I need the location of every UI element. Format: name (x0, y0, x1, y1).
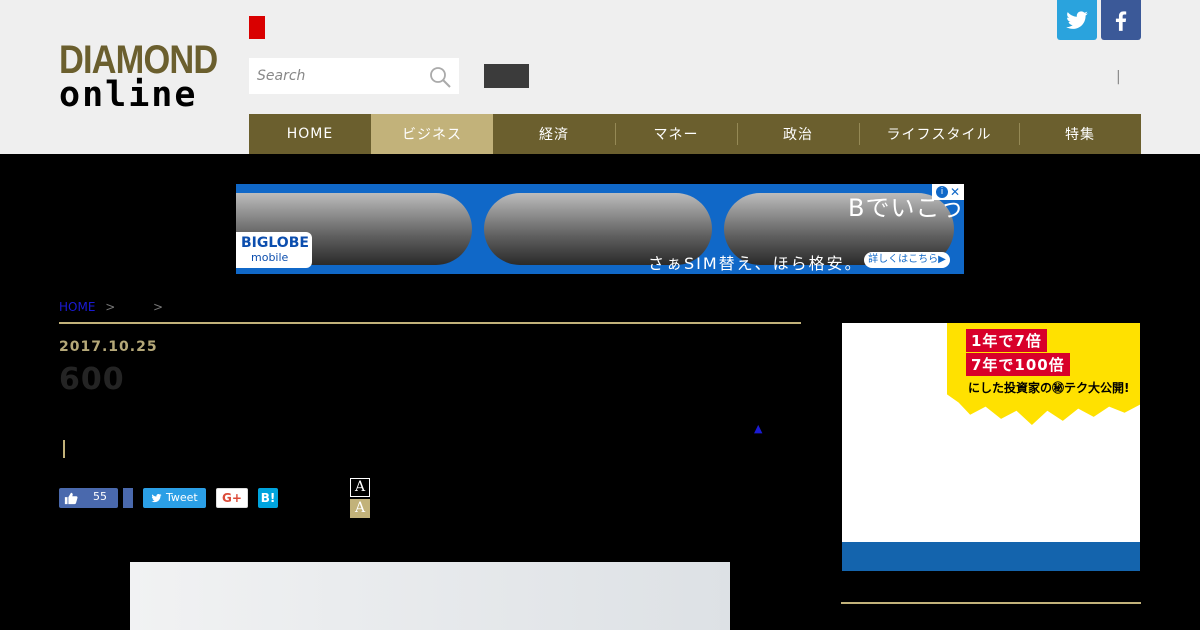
info-icon[interactable]: i (936, 186, 948, 198)
close-icon[interactable]: ✕ (950, 185, 960, 199)
hatena-bookmark-button[interactable]: B! (258, 488, 278, 508)
up-arrow-icon[interactable]: ▲ (754, 422, 762, 435)
search-input[interactable] (257, 58, 427, 94)
divider (59, 322, 801, 324)
like-count: 55 (93, 490, 107, 503)
breadcrumb-separator: > (152, 300, 164, 314)
nav-item-lifestyle[interactable]: ライフスタイル (859, 114, 1019, 154)
main-nav: HOME ビジネス 経済 マネー 政治 ライフスタイル 特集 (249, 114, 1141, 154)
facebook-like-button[interactable] (59, 488, 118, 508)
article-title: 600 (59, 362, 125, 397)
font-size-small-button[interactable]: A (350, 478, 370, 497)
thumbs-up-icon (64, 492, 78, 505)
nav-item-politics[interactable]: 政治 (737, 114, 859, 154)
ad-cta-button[interactable]: 詳しくはこちら▶ (864, 252, 950, 268)
nav-item-business[interactable]: ビジネス (371, 114, 493, 154)
sidebar-ad-line1: 1年で7倍 (966, 329, 1047, 352)
header-action-button[interactable] (484, 64, 529, 88)
nav-item-features[interactable]: 特集 (1019, 114, 1141, 154)
author-marker (63, 440, 65, 458)
sidebar-ad-line2: 7年で100倍 (966, 353, 1070, 376)
article-date: 2017.10.25 (59, 339, 158, 355)
site-logo[interactable]: DIAMOND online (59, 38, 223, 115)
site-header: DIAMOND online | HOME ビジネス 経済 マネー 政治 ライフ… (0, 0, 1200, 154)
sidebar-ad[interactable]: 1年で7倍 7年で100倍 にした投資家の㊙テク大公開! (842, 323, 1140, 571)
facebook-follow-button[interactable] (1101, 0, 1141, 40)
sidebar-ad-bar (842, 542, 1140, 571)
breadcrumb-home[interactable]: HOME (59, 300, 95, 314)
sidebar-ad-line3: にした投資家の㊙テク大公開! (968, 381, 1130, 395)
ad-tagline: さぁSIM替え、ほら格安。 (648, 254, 863, 273)
sidebar-divider (841, 602, 1141, 604)
google-plus-button[interactable]: G+ (216, 488, 248, 508)
facebook-icon (1115, 11, 1127, 31)
logo-wordmark-top: DIAMOND (59, 38, 218, 82)
breadcrumb: HOME > > (59, 300, 169, 314)
red-accent-mark (249, 16, 265, 39)
font-size-large-button[interactable]: A (350, 499, 370, 518)
logo-wordmark-bottom: online (59, 75, 198, 115)
twitter-icon (1066, 11, 1088, 29)
nav-item-money[interactable]: マネー (615, 114, 737, 154)
tweet-label: Tweet (166, 491, 198, 504)
search-icon[interactable] (428, 65, 452, 89)
ad-logo-sub: mobile (251, 251, 289, 264)
nav-item-home[interactable]: HOME (249, 114, 371, 154)
twitter-bird-icon (151, 494, 162, 503)
ad-logo: BIGLOBE (241, 235, 309, 251)
ad-banner[interactable]: BIGLOBE mobile Bでいこう。 さぁSIM替え、ほら格安。 詳しくは… (236, 184, 964, 274)
article-image (130, 562, 730, 630)
twitter-follow-button[interactable] (1057, 0, 1097, 40)
nav-item-economy[interactable]: 経済 (493, 114, 615, 154)
facebook-share-button[interactable] (123, 488, 133, 508)
header-separator: | (1116, 69, 1121, 85)
breadcrumb-separator: > (105, 300, 116, 314)
